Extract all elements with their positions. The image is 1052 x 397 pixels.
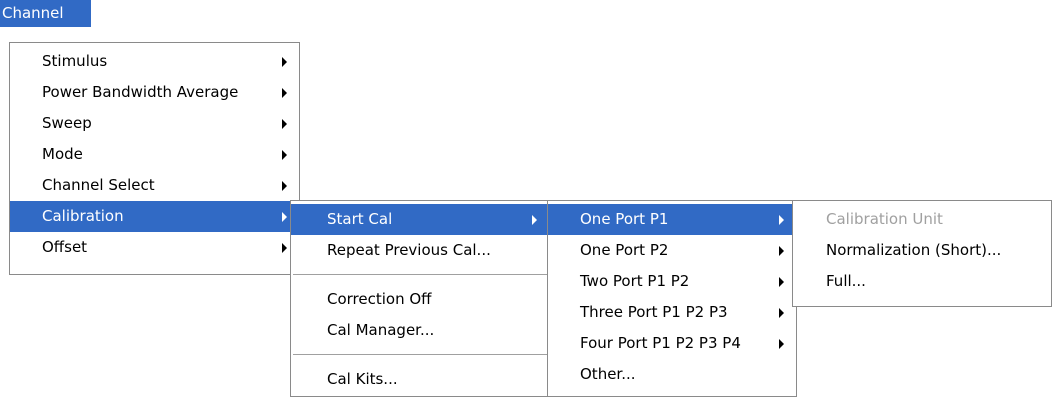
submenu-arrow-icon bbox=[779, 246, 784, 256]
menu-item-label: One Port P1 bbox=[580, 210, 669, 228]
submenu-arrow-icon bbox=[282, 57, 287, 67]
menu-item-label: Offset bbox=[42, 238, 88, 256]
menu-item-three-port-p1-p2-p3[interactable]: Three Port P1 P2 P3 bbox=[548, 297, 796, 328]
menu-item-label: Calibration Unit bbox=[826, 210, 943, 228]
menu-item-offset[interactable]: Offset bbox=[10, 232, 299, 263]
menu-item-full[interactable]: Full... bbox=[793, 266, 1051, 297]
menu-item-stimulus[interactable]: Stimulus bbox=[10, 46, 299, 77]
channel-menu: Stimulus Power Bandwidth Average Sweep M… bbox=[9, 42, 300, 275]
calibration-submenu: Start Cal Repeat Previous Cal... Correct… bbox=[290, 200, 550, 397]
menu-separator bbox=[293, 354, 547, 355]
menu-item-label: Two Port P1 P2 bbox=[580, 272, 690, 290]
menu-item-correction-off[interactable]: Correction Off bbox=[291, 284, 549, 315]
menu-item-label: Cal Manager... bbox=[327, 321, 435, 339]
menu-item-repeat-previous-cal[interactable]: Repeat Previous Cal... bbox=[291, 235, 549, 266]
submenu-arrow-icon bbox=[779, 277, 784, 287]
menu-item-calibration[interactable]: Calibration bbox=[10, 201, 299, 232]
menu-item-calibration-unit: Calibration Unit bbox=[793, 204, 1051, 235]
submenu-arrow-icon bbox=[282, 181, 287, 191]
menu-item-four-port-p1-p2-p3-p4[interactable]: Four Port P1 P2 P3 P4 bbox=[548, 328, 796, 359]
menu-item-label: Power Bandwidth Average bbox=[42, 83, 239, 101]
menu-item-label: Cal Kits... bbox=[327, 370, 398, 388]
menu-item-label: Channel Select bbox=[42, 176, 155, 194]
menu-item-one-port-p1[interactable]: One Port P1 bbox=[548, 204, 796, 235]
menu-item-power-bandwidth-average[interactable]: Power Bandwidth Average bbox=[10, 77, 299, 108]
menu-item-label: Correction Off bbox=[327, 290, 432, 308]
menu-item-label: Four Port P1 P2 P3 P4 bbox=[580, 334, 741, 352]
menu-item-label: Mode bbox=[42, 145, 83, 163]
submenu-arrow-icon bbox=[532, 215, 537, 225]
submenu-arrow-icon bbox=[282, 243, 287, 253]
submenu-arrow-icon bbox=[282, 119, 287, 129]
menu-item-label: Other... bbox=[580, 365, 636, 383]
menu-item-channel-select[interactable]: Channel Select bbox=[10, 170, 299, 201]
start-cal-submenu: One Port P1 One Port P2 Two Port P1 P2 T… bbox=[547, 200, 797, 397]
menu-item-one-port-p2[interactable]: One Port P2 bbox=[548, 235, 796, 266]
submenu-arrow-icon bbox=[779, 308, 784, 318]
menu-item-two-port-p1-p2[interactable]: Two Port P1 P2 bbox=[548, 266, 796, 297]
menu-item-label: Sweep bbox=[42, 114, 92, 132]
menu-item-label: Repeat Previous Cal... bbox=[327, 241, 491, 259]
menu-item-normalization-short[interactable]: Normalization (Short)... bbox=[793, 235, 1051, 266]
menu-item-label: Normalization (Short)... bbox=[826, 241, 1002, 259]
menu-item-other[interactable]: Other... bbox=[548, 359, 796, 390]
menu-separator bbox=[293, 274, 547, 275]
menu-item-label: Calibration bbox=[42, 207, 124, 225]
submenu-arrow-icon bbox=[779, 215, 784, 225]
menu-item-cal-kits[interactable]: Cal Kits... bbox=[291, 364, 549, 395]
menu-item-start-cal[interactable]: Start Cal bbox=[291, 204, 549, 235]
submenu-arrow-icon bbox=[282, 150, 287, 160]
menu-item-label: Start Cal bbox=[327, 210, 393, 228]
menu-item-label: Full... bbox=[826, 272, 866, 290]
menu-item-sweep[interactable]: Sweep bbox=[10, 108, 299, 139]
menu-item-label: One Port P2 bbox=[580, 241, 669, 259]
submenu-arrow-icon bbox=[282, 212, 287, 222]
one-port-p1-submenu: Calibration Unit Normalization (Short)..… bbox=[792, 200, 1052, 307]
submenu-arrow-icon bbox=[779, 339, 784, 349]
menu-item-label: Three Port P1 P2 P3 bbox=[580, 303, 728, 321]
submenu-arrow-icon bbox=[282, 88, 287, 98]
menubar-channel[interactable]: Channel bbox=[0, 0, 91, 27]
menu-item-cal-manager[interactable]: Cal Manager... bbox=[291, 315, 549, 346]
menu-item-mode[interactable]: Mode bbox=[10, 139, 299, 170]
menu-item-label: Stimulus bbox=[42, 52, 108, 70]
